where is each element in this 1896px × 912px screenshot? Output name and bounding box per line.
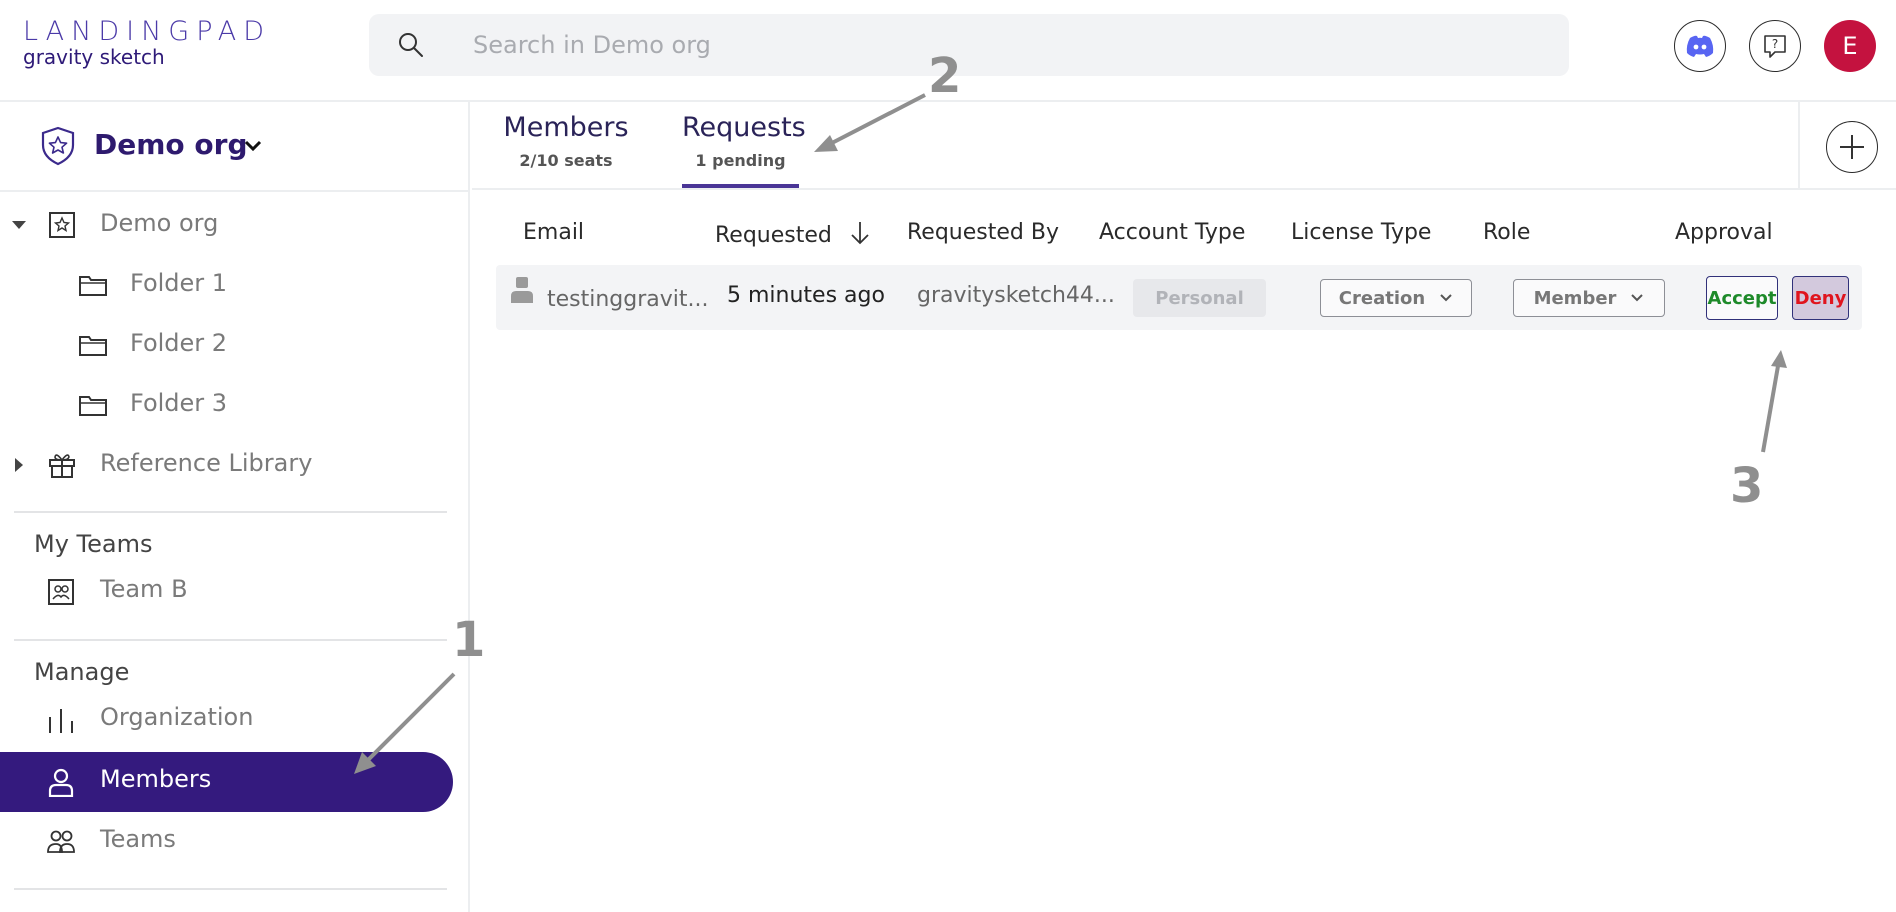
annotation-arrow-3 [1761,365,1780,453]
select-value: Member [1533,287,1617,309]
sort-arrow-down-icon [851,222,869,245]
accept-button[interactable]: Accept [1706,276,1778,320]
tree-item-folder-1[interactable]: Folder 1 [0,257,470,313]
column-header-requested[interactable]: Requested [715,220,871,248]
chevron-down-icon [1440,294,1452,302]
sidebar: Demo org Demo org Folder 1 Folder 2 Fold… [0,102,470,912]
org-shield-icon [41,126,75,166]
tree-item-label: Folder 2 [130,329,228,357]
help-button[interactable]: ? [1749,20,1801,72]
annotation-number-1: 1 [452,612,486,668]
sidebar-item-label: Teams [100,825,176,853]
sidebar-item-organization[interactable]: Organization [0,690,453,750]
cell-email: testinggravit... [547,287,709,312]
org-board-icon [49,212,75,238]
tab-bar: Members 2/10 seats Requests 1 pending [472,102,1798,190]
tree-item-label: Folder 3 [130,389,228,417]
role-select[interactable]: Member [1513,279,1665,317]
search-icon [399,33,423,57]
tab-label: Members [503,112,629,143]
search-input[interactable] [473,22,1533,68]
folder-icon [79,276,107,296]
cell-requested: 5 minutes ago [727,283,885,308]
search-bar[interactable] [369,14,1569,76]
tab-sublabel: 1 pending [695,151,786,170]
caret-down-icon [12,221,26,229]
svg-text:?: ? [1772,37,1778,51]
tree-item-reference-library[interactable]: Reference Library [0,437,470,493]
tab-requests[interactable]: Requests 1 pending [682,112,806,188]
tree-item-label: Reference Library [100,449,313,477]
chevron-down-icon [244,140,262,152]
annotation-arrowhead-3 [1771,350,1787,368]
discord-button[interactable] [1674,20,1726,72]
logo-subtitle: gravity sketch [23,45,165,69]
tab-label: Requests [682,112,806,143]
sidebar-item-teams[interactable]: Teams [0,812,453,872]
column-header-label: Requested [715,223,832,248]
caret-right-icon [15,458,23,472]
column-header-role[interactable]: Role [1483,220,1530,245]
column-header-approval[interactable]: Approval [1675,220,1773,245]
tab-sublabel: 2/10 seats [519,151,613,170]
sidebar-item-members[interactable]: Members [0,752,453,812]
tree-item-label: Demo org [100,209,219,237]
sidebar-divider [14,511,447,513]
logo-wordmark[interactable]: LANDINGPAD [23,16,271,47]
person-icon [48,768,74,797]
column-header-account-type[interactable]: Account Type [1099,220,1245,245]
plus-icon [1840,135,1864,159]
tree-item-folder-3[interactable]: Folder 3 [0,377,470,433]
team-board-icon [48,579,74,605]
tree-item-demo-org[interactable]: Demo org [0,197,470,253]
select-value: Creation [1338,287,1426,309]
cell-requested-by: gravitysketch44... [917,283,1115,308]
annotation-number-3: 3 [1730,458,1764,514]
section-title-my-teams: My Teams [34,530,153,558]
sidebar-item-label: Organization [100,703,254,731]
bar-chart-icon [49,709,73,733]
org-name: Demo org [94,128,248,161]
user-placeholder-icon [511,277,533,303]
chevron-down-icon [1631,294,1644,302]
column-header-requested-by[interactable]: Requested By [907,220,1059,245]
add-area [1798,102,1896,190]
folder-icon [79,336,107,356]
deny-button[interactable]: Deny [1792,276,1849,320]
sidebar-divider [14,888,447,890]
table-row: testinggravit... 5 minutes ago gravitysk… [496,265,1862,330]
gift-icon [49,454,75,478]
section-title-manage: Manage [34,658,130,686]
user-avatar[interactable]: E [1824,20,1876,72]
add-button[interactable] [1826,121,1878,173]
license-type-select[interactable]: Creation [1320,279,1472,317]
annotation-number-2: 2 [928,48,962,104]
sidebar-item-label: Members [100,765,212,793]
sidebar-divider [14,639,447,641]
column-header-license-type[interactable]: License Type [1291,220,1431,245]
sidebar-item-team-b[interactable]: Team B [0,562,453,622]
sidebar-item-label: Team B [100,575,188,603]
column-header-email[interactable]: Email [523,220,584,245]
people-icon [47,830,75,853]
tree-item-label: Folder 1 [130,269,228,297]
folder-icon [79,396,107,416]
org-switcher[interactable]: Demo org [0,102,470,192]
help-icon: ? [1764,35,1786,58]
tree-item-folder-2[interactable]: Folder 2 [0,317,470,373]
tab-members[interactable]: Members 2/10 seats [502,112,630,170]
account-type-badge: Personal [1133,279,1266,317]
discord-icon [1686,35,1714,57]
